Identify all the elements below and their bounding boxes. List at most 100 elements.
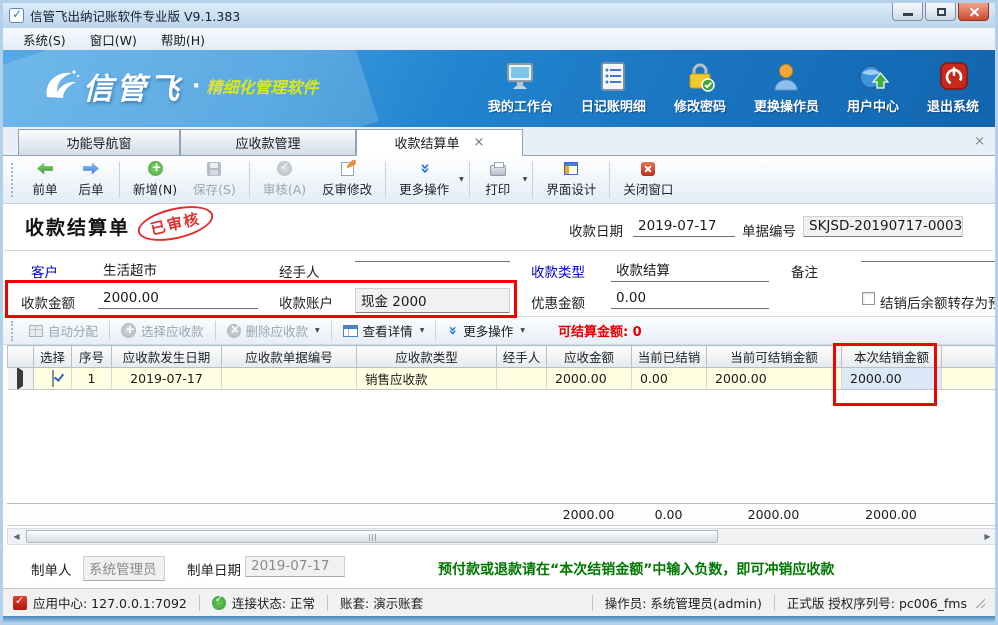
connection-status: 连接状态: 正常 [212,593,315,612]
banner-button-switch-operator[interactable]: 更换操作员 [754,62,819,115]
unaudit-edit-button[interactable]: 反审修改 [314,158,380,201]
scroll-right-arrow-icon[interactable]: ▶ [979,529,996,544]
close-button[interactable] [958,3,989,21]
dropdown-caret-icon: ▼ [520,327,525,334]
toolbar-grip [11,321,14,341]
amount-cell[interactable]: 2000.00 [547,368,632,390]
row-pointer-icon [17,368,23,390]
receipt-amount-field[interactable]: 2000.00 [98,289,258,309]
receipt-account-field[interactable]: 现金 2000 [355,288,510,313]
banner-button-change-password[interactable]: 修改密码 [674,62,726,115]
horizontal-scrollbar[interactable]: ◀ ▶ [7,528,997,545]
receipt-account-label: 收款账户 [279,292,333,312]
row-selector-header [8,346,34,368]
audit-button[interactable]: 审核(A) [255,158,314,201]
col-settled[interactable]: 当前已结销 [632,346,707,368]
handler-field[interactable] [355,258,510,262]
printer-icon [490,165,506,176]
summary-current-settle: 2000.00 [841,504,941,526]
view-detail-button[interactable]: 查看详情 ▼ [336,319,432,342]
account-set-status: 账套: 演示账套 [340,593,423,612]
app-icon [9,8,24,23]
tab-receivables[interactable]: 应收款管理 [180,129,356,156]
next-arrow-icon [83,163,99,175]
brand-name: 信管飞 [83,64,182,108]
banner-buttons: 我的工作台 日记账明细 修改密码 [488,62,979,115]
col-seq[interactable]: 序号 [72,346,112,368]
window-controls [890,3,989,21]
customer-field[interactable]: 生活超市 [98,258,258,282]
row-selector[interactable] [8,368,34,390]
remark-field[interactable] [861,258,995,262]
minimize-button[interactable] [892,3,923,21]
scrollbar-thumb[interactable] [26,530,718,543]
restore-button[interactable] [925,3,956,21]
scroll-left-arrow-icon[interactable]: ◀ [8,529,25,544]
doc-no-field[interactable]: SKJSD-20190717-0003 [803,216,963,237]
add-circle-icon [121,323,136,338]
tabstrip-close-icon[interactable]: × [974,134,985,149]
col-type[interactable]: 应收款类型 [357,346,497,368]
menu-help[interactable]: 帮助(H) [149,28,217,51]
discount-field[interactable]: 0.00 [611,289,769,309]
col-doc-no[interactable]: 应收款单据编号 [222,346,357,368]
current-settle-cell[interactable]: 2000.00 [842,368,942,390]
restore-icon [937,8,946,16]
date-cell[interactable]: 2019-07-17 [112,368,222,390]
resize-grip[interactable] [975,598,985,608]
seq-cell[interactable]: 1 [72,368,112,390]
col-date[interactable]: 应收款发生日期 [112,346,222,368]
detail-table-icon [343,325,358,337]
handler-cell[interactable] [497,368,547,390]
next-doc-button[interactable]: 后单 [68,158,114,201]
receipt-date-field[interactable]: 2019-07-17 [633,217,735,237]
window-design-icon [564,162,578,175]
auto-allocate-button[interactable]: 自动分配 [22,319,105,342]
ui-design-button[interactable]: 界面设计 [538,158,604,201]
grid-row-1[interactable]: 1 2019-07-17 销售应收款 2000.00 0.00 2000.00 … [8,368,998,390]
settleable-cell[interactable]: 2000.00 [707,368,842,390]
tab-receipt-settlement[interactable]: 收款结算单 × [356,129,523,156]
col-current-settle[interactable]: 本次结销金额 [842,346,942,368]
select-receivable-button[interactable]: 选择应收款 [114,319,211,342]
banner-button-workstation[interactable]: 我的工作台 [488,62,553,115]
auto-allocate-icon [29,325,43,337]
col-handler[interactable]: 经手人 [497,346,547,368]
banner-button-user-center[interactable]: 用户中心 [847,62,899,115]
grid-header-row: 选择 序号 应收款发生日期 应收款单据编号 应收款类型 经手人 应收金额 当前已… [8,346,998,368]
print-button[interactable]: 打印 ▼ [475,158,528,201]
receipt-type-field[interactable]: 收款结算 [611,258,769,282]
type-cell[interactable]: 销售应收款 [357,368,497,390]
close-window-button[interactable]: 关闭窗口 [615,158,681,201]
license-status: 正式版 授权序列号: pc006_fms [787,593,967,612]
make-date-label: 制单日期 [187,559,241,579]
row-checkbox[interactable] [52,370,54,387]
banner-button-journal[interactable]: 日记账明细 [581,62,646,115]
more-actions-button[interactable]: 更多操作 ▼ [391,158,464,201]
transfer-balance-checkbox[interactable] [862,292,875,305]
prev-arrow-icon [37,163,53,175]
save-button[interactable]: 保存(S) [185,158,244,201]
new-button[interactable]: 新增(N) [125,158,185,201]
col-amount[interactable]: 应收金额 [547,346,632,368]
doc-no-cell[interactable] [222,368,357,390]
summary-amount: 2000.00 [546,504,631,526]
settled-cell[interactable]: 0.00 [632,368,707,390]
col-select[interactable]: 选择 [34,346,72,368]
status-bar: 应用中心: 127.0.0.1:7092 连接状态: 正常 账套: 演示账套 操… [3,588,995,616]
banner-button-exit[interactable]: 退出系统 [927,62,979,115]
tab-function-nav[interactable]: 功能导航窗 [18,129,180,156]
toolbar-grip [11,163,14,197]
col-settleable[interactable]: 当前可结销金额 [707,346,842,368]
grid-more-actions-button[interactable]: 更多操作 ▼ [440,319,532,342]
menu-system[interactable]: 系统(S) [11,28,78,51]
menu-window[interactable]: 窗口(W) [78,28,149,51]
maker-field: 系统管理员 [83,556,165,581]
summary-settled: 0.00 [631,504,706,526]
delete-circle-icon [227,324,241,338]
prev-doc-button[interactable]: 前单 [22,158,68,201]
row-select-cell[interactable] [34,368,72,390]
make-date-field: 2019-07-17 [245,556,345,577]
tab-close-icon[interactable]: × [474,135,485,150]
delete-receivable-button[interactable]: 删除应收款 ▼ [220,319,327,342]
